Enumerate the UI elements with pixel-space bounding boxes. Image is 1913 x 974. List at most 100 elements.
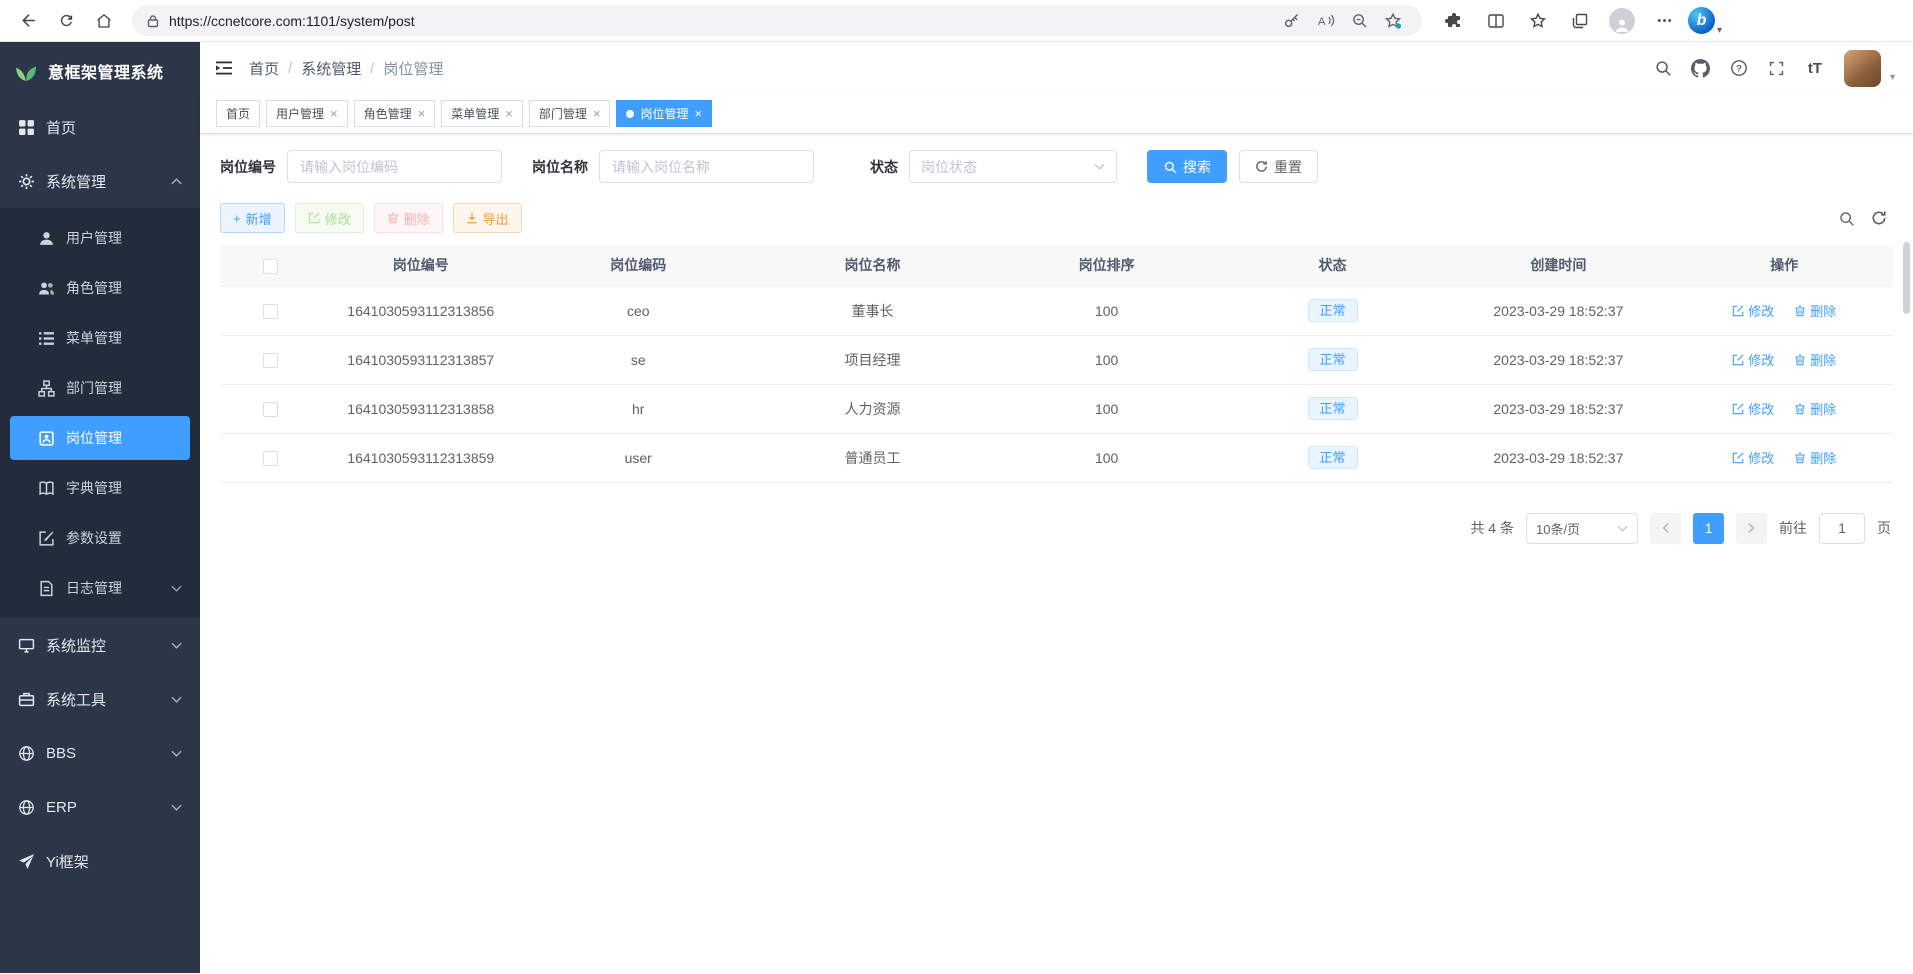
chevron-up-icon — [171, 178, 182, 185]
profile-icon[interactable] — [1604, 4, 1640, 38]
sidebar-item-bbs[interactable]: BBS — [0, 726, 200, 780]
cell-post-code: ceo — [521, 286, 755, 335]
document-icon — [38, 580, 55, 597]
sidebar-item-roles[interactable]: 角色管理 — [0, 263, 200, 313]
row-checkbox[interactable] — [263, 451, 278, 466]
row-checkbox[interactable] — [263, 304, 278, 319]
next-page-button[interactable] — [1736, 513, 1767, 544]
sidebar-item-tools[interactable]: 系统工具 — [0, 672, 200, 726]
select-all-checkbox[interactable] — [263, 259, 278, 274]
trash-icon — [387, 212, 399, 224]
scrollbar-thumb[interactable] — [1903, 242, 1910, 314]
search-icon[interactable] — [1646, 51, 1680, 85]
row-checkbox[interactable] — [263, 402, 278, 417]
close-icon[interactable]: × — [694, 107, 702, 120]
sidebar-item-logs[interactable]: 日志管理 — [0, 563, 200, 613]
sidebar-item-home[interactable]: 首页 — [0, 100, 200, 154]
browser-menu-icon[interactable] — [1646, 4, 1682, 38]
row-edit-button[interactable]: 修改 — [1732, 301, 1774, 320]
close-icon[interactable]: × — [593, 107, 601, 120]
row-edit-button[interactable]: 修改 — [1732, 350, 1774, 369]
tab-label: 部门管理 — [539, 105, 587, 122]
search-toggle-icon[interactable] — [1838, 210, 1855, 227]
address-bar[interactable]: https://ccnetcore.com:1101/system/post A — [132, 5, 1422, 36]
sidebar-item-posts[interactable]: 岗位管理 — [10, 416, 190, 460]
row-edit-button[interactable]: 修改 — [1732, 399, 1774, 418]
status-select[interactable]: 岗位状态 — [909, 150, 1117, 183]
refresh-icon[interactable] — [48, 4, 84, 38]
cell-post-name: 普通员工 — [755, 433, 989, 482]
row-edit-button[interactable]: 修改 — [1732, 448, 1774, 467]
sidebar-item-system[interactable]: 系统管理 — [0, 154, 200, 208]
read-aloud-icon[interactable]: A — [1310, 7, 1340, 35]
sidebar-item-erp[interactable]: ERP — [0, 780, 200, 834]
tab-home[interactable]: 首页 — [216, 100, 260, 127]
edit-icon — [308, 212, 320, 224]
fullscreen-icon[interactable] — [1760, 51, 1794, 85]
home-icon[interactable] — [86, 4, 122, 38]
bing-caret-icon[interactable]: ▾ — [1717, 25, 1722, 36]
breadcrumb-system[interactable]: 系统管理 — [301, 58, 361, 79]
breadcrumb-home[interactable]: 首页 — [249, 58, 279, 79]
sidebar-item-departments[interactable]: 部门管理 — [0, 363, 200, 413]
tab-role-management[interactable]: 角色管理 × — [354, 100, 436, 127]
avatar-caret-icon[interactable]: ▾ — [1890, 72, 1895, 83]
github-icon[interactable] — [1684, 51, 1718, 85]
sidebar-fold-icon[interactable] — [214, 58, 234, 78]
status-badge: 正常 — [1308, 299, 1358, 322]
help-icon[interactable]: ? — [1722, 51, 1756, 85]
row-delete-button[interactable]: 删除 — [1794, 448, 1836, 467]
close-icon[interactable]: × — [505, 107, 513, 120]
extensions-icon[interactable] — [1436, 4, 1472, 38]
status-badge: 正常 — [1308, 397, 1358, 420]
list-icon — [38, 330, 55, 347]
tab-department-management[interactable]: 部门管理 × — [529, 100, 611, 127]
post-code-input[interactable] — [287, 150, 502, 183]
search-button[interactable]: 搜索 — [1147, 150, 1227, 183]
sidebar-item-yi-framework[interactable]: Yi框架 — [0, 834, 200, 888]
row-checkbox[interactable] — [263, 353, 278, 368]
export-button[interactable]: 导出 — [453, 203, 522, 233]
collections-icon[interactable] — [1562, 4, 1598, 38]
delete-button[interactable]: 删除 — [374, 203, 443, 233]
prev-page-button[interactable] — [1650, 513, 1681, 544]
tab-menu-management[interactable]: 菜单管理 × — [441, 100, 523, 127]
sidebar-item-dictionary[interactable]: 字典管理 — [0, 463, 200, 513]
tab-post-management[interactable]: 岗位管理 × — [616, 100, 712, 127]
zoom-icon[interactable] — [1344, 7, 1374, 35]
post-name-input[interactable] — [599, 150, 814, 183]
sidebar-item-users[interactable]: 用户管理 — [0, 213, 200, 263]
favorite-star-icon[interactable] — [1378, 7, 1408, 35]
sidebar-item-label: 岗位管理 — [66, 428, 122, 448]
row-delete-button[interactable]: 删除 — [1794, 301, 1836, 320]
row-delete-button[interactable]: 删除 — [1794, 350, 1836, 369]
sidebar-item-label: 首页 — [46, 117, 76, 138]
sidebar-item-menus[interactable]: 菜单管理 — [0, 313, 200, 363]
add-button[interactable]: + 新增 — [220, 203, 285, 233]
back-icon[interactable] — [10, 4, 46, 38]
avatar[interactable] — [1844, 50, 1881, 87]
refresh-table-icon[interactable] — [1871, 210, 1887, 226]
reset-button[interactable]: 重置 — [1239, 150, 1318, 183]
tab-user-management[interactable]: 用户管理 × — [266, 100, 348, 127]
bing-copilot-icon[interactable]: b — [1688, 7, 1715, 34]
page-number-button[interactable]: 1 — [1693, 513, 1724, 544]
goto-page-input[interactable] — [1819, 513, 1865, 544]
close-icon[interactable]: × — [330, 107, 338, 120]
address-bar-icons: A — [1276, 7, 1408, 35]
sidebar-item-monitor[interactable]: 系统监控 — [0, 618, 200, 672]
edit-button[interactable]: 修改 — [295, 203, 364, 233]
favorites-bar-icon[interactable] — [1520, 4, 1556, 38]
row-delete-button[interactable]: 删除 — [1794, 399, 1836, 418]
password-key-icon[interactable] — [1276, 7, 1306, 35]
sidebar-item-parameters[interactable]: 参数设置 — [0, 513, 200, 563]
globe-icon — [18, 745, 35, 762]
close-icon[interactable]: × — [418, 107, 426, 120]
url-text[interactable]: https://ccnetcore.com:1101/system/post — [169, 13, 1267, 29]
split-screen-icon[interactable] — [1478, 4, 1514, 38]
page-size-select[interactable]: 10条/页 — [1526, 513, 1638, 544]
cell-created-time: 2023-03-29 18:52:37 — [1441, 384, 1675, 433]
font-size-icon[interactable]: tT — [1798, 51, 1832, 85]
chevron-down-icon — [171, 642, 182, 649]
page-content: 岗位编号 岗位名称 状态 岗位状态 搜索 — [200, 134, 1913, 973]
